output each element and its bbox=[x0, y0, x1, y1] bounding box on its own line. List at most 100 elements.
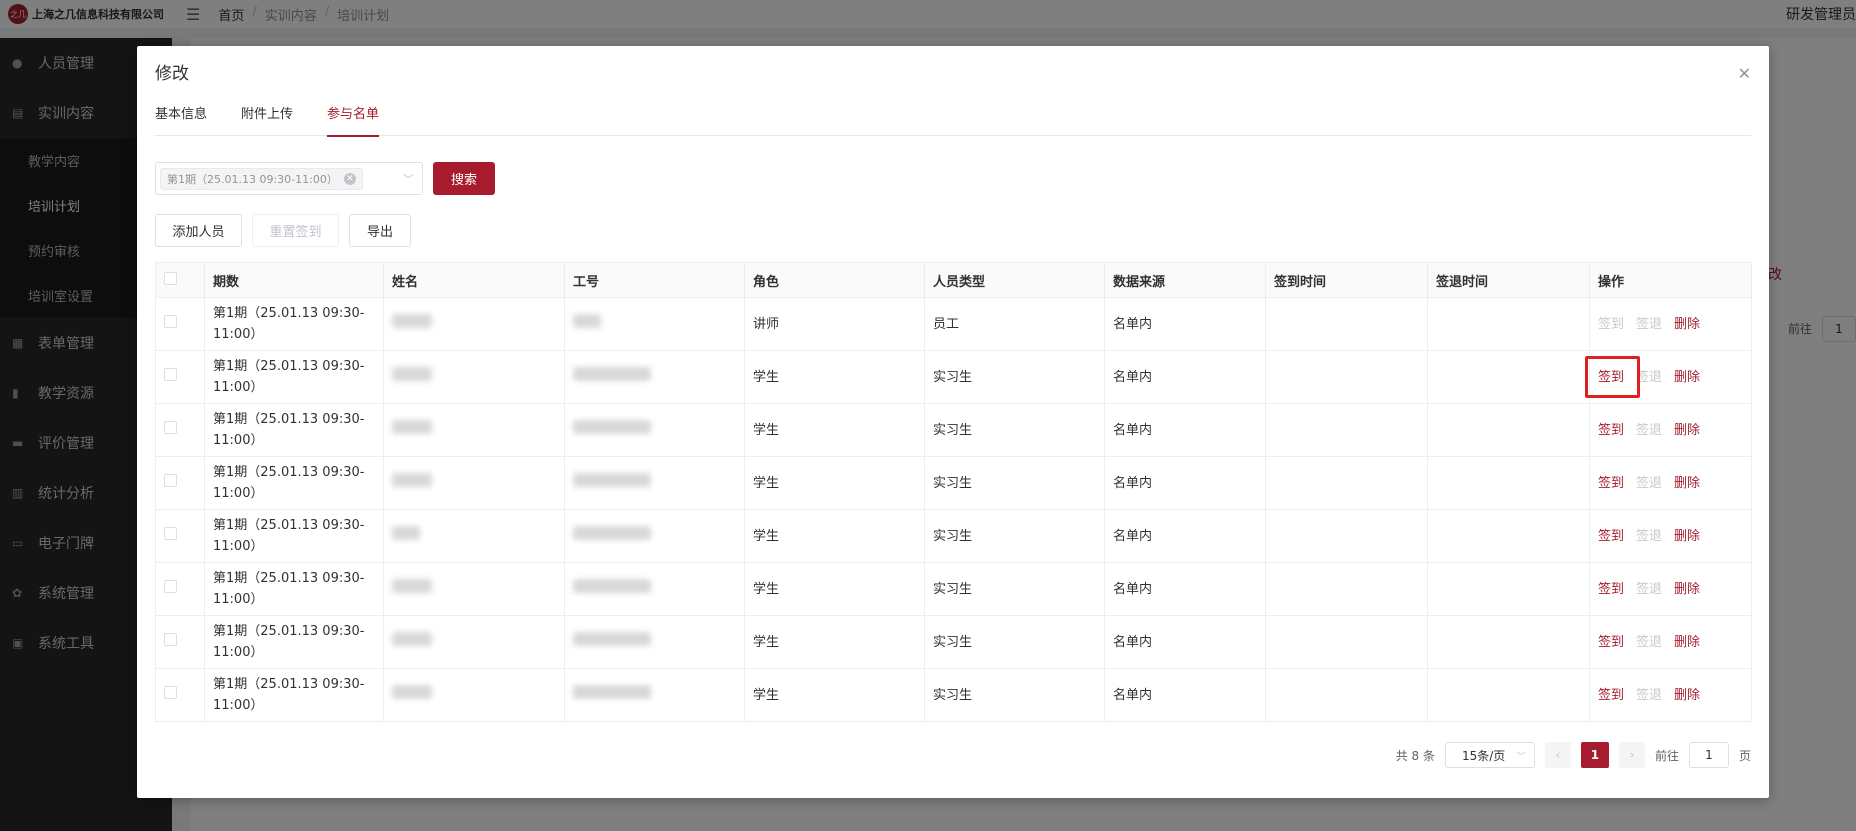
next-page-icon[interactable]: › bbox=[1618, 742, 1645, 768]
employee-id-cell bbox=[564, 297, 745, 351]
checkout-button[interactable]: 签退 bbox=[1636, 420, 1662, 441]
dialog-title: 修改 bbox=[155, 64, 189, 84]
export-button[interactable]: 导出 bbox=[349, 214, 411, 247]
column-header-person-type: 人员类型 bbox=[924, 262, 1105, 298]
checkout-button[interactable]: 签退 bbox=[1636, 685, 1662, 706]
checkin-button[interactable]: 签到 bbox=[1598, 526, 1624, 547]
row-checkbox[interactable] bbox=[164, 420, 177, 434]
row-checkbox[interactable] bbox=[164, 473, 177, 487]
period-cell: 第1期（25.01.13 09:30-11:00） bbox=[204, 456, 384, 510]
source-cell: 名单内 bbox=[1104, 403, 1266, 457]
employee-id-cell bbox=[564, 668, 745, 722]
close-icon[interactable]: ✕ bbox=[1738, 64, 1751, 83]
role-cell: 学生 bbox=[744, 615, 925, 669]
employee-id-cell bbox=[564, 456, 745, 510]
role-cell: 学生 bbox=[744, 403, 925, 457]
period-tag: 第1期（25.01.13 09:30-11:00） ✕ bbox=[160, 167, 363, 190]
actions-cell: 签到 签退 删除 bbox=[1589, 668, 1752, 722]
employee-id-cell bbox=[564, 509, 745, 563]
period-select[interactable]: 第1期（25.01.13 09:30-11:00） ✕ ﹀ bbox=[155, 162, 423, 195]
checkout-time-cell bbox=[1427, 562, 1590, 616]
page-size-select[interactable]: 15条/页 ﹀ bbox=[1444, 742, 1535, 768]
table-row: 第1期（25.01.13 09:30-11:00） 学生 实习生 名单内 签到签… bbox=[155, 668, 1752, 722]
checkin-button[interactable]: 签到 bbox=[1598, 579, 1624, 600]
table-row: 第1期（25.01.13 09:30-11:00） 学生 实习生 名单内 签到签… bbox=[155, 615, 1752, 669]
redacted-name bbox=[392, 366, 432, 381]
actions-cell: 签到 签退 删除 bbox=[1589, 562, 1752, 616]
column-header-employee-id: 工号 bbox=[564, 262, 745, 298]
checkout-button[interactable]: 签退 bbox=[1636, 473, 1662, 494]
checkin-time-cell bbox=[1265, 456, 1428, 510]
goto-page-input[interactable]: 1 bbox=[1688, 742, 1729, 768]
checkin-button[interactable]: 签到 bbox=[1598, 632, 1624, 653]
row-checkbox[interactable] bbox=[164, 632, 177, 646]
checkin-time-cell bbox=[1265, 350, 1428, 404]
checkout-button[interactable]: 签退 bbox=[1636, 632, 1662, 653]
delete-button[interactable]: 删除 bbox=[1674, 632, 1700, 653]
search-button[interactable]: 搜索 bbox=[433, 162, 495, 195]
edit-dialog: 修改 ✕ 基本信息 附件上传 参与名单 第1期（25.01.13 09:30-1… bbox=[137, 46, 1769, 798]
column-header-checkout-time: 签退时间 bbox=[1427, 262, 1590, 298]
checkin-button[interactable]: 签到 bbox=[1598, 420, 1624, 441]
page-number-current[interactable]: 1 bbox=[1580, 742, 1609, 768]
tag-close-icon[interactable]: ✕ bbox=[343, 172, 356, 185]
delete-button[interactable]: 删除 bbox=[1674, 473, 1700, 494]
checkin-button[interactable]: 签到 bbox=[1598, 314, 1624, 335]
source-cell: 名单内 bbox=[1104, 668, 1266, 722]
checkin-button[interactable]: 签到 bbox=[1598, 367, 1624, 388]
row-checkbox[interactable] bbox=[164, 526, 177, 540]
tab-attachments[interactable]: 附件上传 bbox=[241, 100, 293, 136]
checkout-button[interactable]: 签退 bbox=[1636, 579, 1662, 600]
delete-button[interactable]: 删除 bbox=[1674, 314, 1700, 335]
column-header-checkin-time: 签到时间 bbox=[1265, 262, 1428, 298]
checkout-button[interactable]: 签退 bbox=[1636, 526, 1662, 547]
row-checkbox[interactable] bbox=[164, 685, 177, 699]
redacted-id bbox=[573, 631, 651, 646]
reset-checkin-button[interactable]: 重置签到 bbox=[252, 214, 339, 247]
checkin-button[interactable]: 签到 bbox=[1598, 685, 1624, 706]
checkin-time-cell bbox=[1265, 403, 1428, 457]
person-type-cell: 实习生 bbox=[924, 668, 1105, 722]
redacted-name bbox=[392, 578, 432, 593]
checkout-button[interactable]: 签退 bbox=[1636, 367, 1662, 388]
checkin-time-cell bbox=[1265, 562, 1428, 616]
tab-participants[interactable]: 参与名单 bbox=[327, 100, 380, 137]
source-cell: 名单内 bbox=[1104, 615, 1266, 669]
column-header-name: 姓名 bbox=[383, 262, 565, 298]
redacted-id bbox=[573, 684, 651, 699]
source-cell: 名单内 bbox=[1104, 562, 1266, 616]
redacted-name bbox=[392, 631, 432, 646]
name-cell bbox=[383, 615, 565, 669]
add-person-button[interactable]: 添加人员 bbox=[155, 214, 242, 247]
checkout-time-cell bbox=[1427, 403, 1590, 457]
actions-cell: 签到 签退 删除 bbox=[1589, 456, 1752, 510]
redacted-id bbox=[573, 578, 651, 593]
table-row: 第1期（25.01.13 09:30-11:00） 学生 实习生 名单内 签到签… bbox=[155, 350, 1752, 404]
actions-cell: 签到 签退 删除 bbox=[1589, 615, 1752, 669]
delete-button[interactable]: 删除 bbox=[1674, 579, 1700, 600]
row-checkbox[interactable] bbox=[164, 367, 177, 381]
redacted-id bbox=[573, 419, 651, 434]
role-cell: 学生 bbox=[744, 509, 925, 563]
actions-cell: 签到 签退 删除 bbox=[1589, 509, 1752, 563]
source-cell: 名单内 bbox=[1104, 456, 1266, 510]
row-checkbox[interactable] bbox=[164, 314, 177, 328]
redacted-name bbox=[392, 525, 420, 540]
row-checkbox[interactable] bbox=[164, 579, 177, 593]
table-row: 第1期（25.01.13 09:30-11:00） 学生 实习生 名单内 签到签… bbox=[155, 403, 1752, 457]
person-type-cell: 实习生 bbox=[924, 456, 1105, 510]
delete-button[interactable]: 删除 bbox=[1674, 685, 1700, 706]
table-body: 第1期（25.01.13 09:30-11:00） 讲师 员工 名单内 签到 签退… bbox=[155, 297, 1752, 722]
tab-basic-info[interactable]: 基本信息 bbox=[155, 100, 207, 136]
select-all-checkbox[interactable] bbox=[164, 271, 177, 285]
delete-button[interactable]: 删除 bbox=[1674, 420, 1700, 441]
prev-page-icon[interactable]: ‹ bbox=[1544, 742, 1571, 768]
person-type-cell: 员工 bbox=[924, 297, 1105, 351]
checkout-button[interactable]: 签退 bbox=[1636, 314, 1662, 335]
checkin-button[interactable]: 签到 bbox=[1598, 473, 1624, 494]
delete-button[interactable]: 删除 bbox=[1674, 367, 1700, 388]
delete-button[interactable]: 删除 bbox=[1674, 526, 1700, 547]
checkout-time-cell bbox=[1427, 509, 1590, 563]
checkout-time-cell bbox=[1427, 456, 1590, 510]
chevron-down-icon: ﹀ bbox=[403, 173, 414, 186]
